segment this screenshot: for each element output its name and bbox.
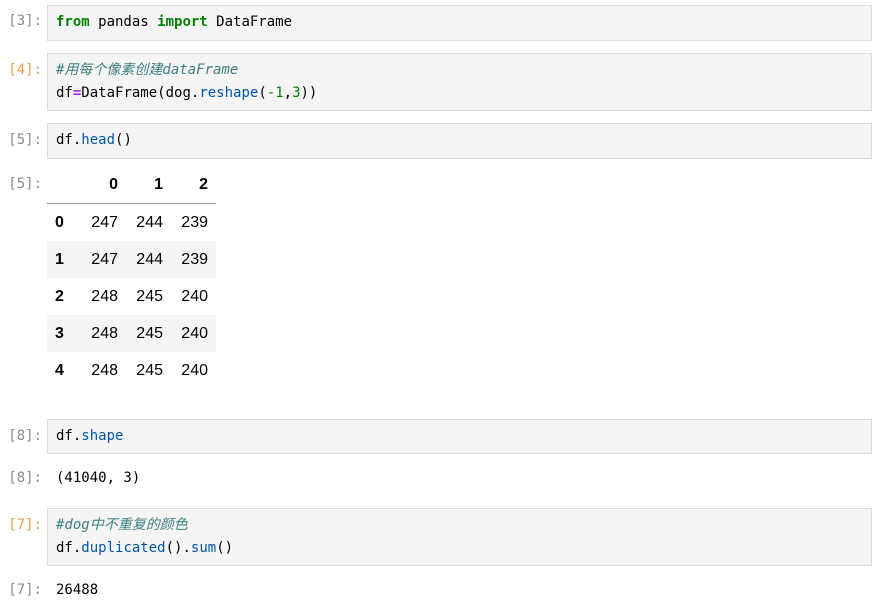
code-token: DataFrame: [207, 14, 293, 30]
code-input[interactable]: #dog中不重复的颜色 df.duplicated().sum(): [47, 508, 872, 566]
table-cell: 248: [91, 287, 118, 305]
code-token: DataFrame(dog.: [81, 85, 200, 101]
table-cell: 247: [91, 250, 118, 268]
input-prompt: [7]:: [8, 517, 42, 533]
table-cell: 245: [136, 324, 163, 342]
code-token: ,: [283, 85, 293, 101]
table-cell: 244: [136, 213, 163, 231]
table-cell: 245: [136, 287, 163, 305]
row-index: 4: [55, 361, 64, 379]
output-prompt: [7]:: [8, 582, 42, 598]
output-text: 26488: [56, 582, 99, 598]
table-cell: 240: [181, 324, 208, 342]
code-line[interactable]: #用每个像素创建dataFrame: [56, 59, 863, 82]
output-text: (41040, 3): [56, 470, 141, 486]
code-token: pandas: [89, 14, 158, 30]
dataframe-table: 0 1 2 0 247 244 239 1 247 244 239 2 248 …: [47, 167, 216, 389]
code-input[interactable]: #用每个像素创建dataFrame df=DataFrame(dog.reshap…: [47, 53, 872, 111]
table-header-row: 0 1 2: [47, 167, 216, 204]
input-prompt: [8]:: [8, 428, 42, 444]
code-keyword: import: [157, 14, 208, 30]
code-keyword: from: [56, 14, 90, 30]
code-line[interactable]: df.shape: [56, 425, 863, 448]
table-row: 4 248 245 240: [47, 352, 216, 389]
code-token: )): [300, 85, 318, 101]
row-index: 3: [55, 324, 64, 342]
table-row: 1 247 244 239: [47, 241, 216, 278]
table-cell: 244: [136, 250, 163, 268]
table-cell: 239: [181, 213, 208, 231]
code-input[interactable]: from pandas import DataFrame: [47, 5, 872, 41]
table-cell: 245: [136, 361, 163, 379]
row-index: 2: [55, 287, 64, 305]
code-comment: #用每个像素创建dataFrame: [56, 62, 239, 78]
code-function: duplicated: [81, 540, 166, 556]
table-cell: 240: [181, 287, 208, 305]
code-line[interactable]: df=DataFrame(dog.reshape(-1,3)): [56, 82, 863, 105]
code-function: reshape: [199, 85, 259, 101]
table-cell: 240: [181, 361, 208, 379]
row-index: 0: [55, 213, 64, 231]
code-line[interactable]: from pandas import DataFrame: [56, 11, 863, 34]
code-token: df.: [56, 428, 82, 444]
code-input[interactable]: df.shape: [47, 419, 872, 454]
column-header: 2: [171, 167, 216, 204]
code-token: df.: [56, 132, 82, 148]
code-token: df.: [56, 540, 82, 556]
input-prompt: [5]:: [8, 132, 42, 148]
code-line[interactable]: df.head(): [56, 129, 863, 152]
table-cell: 248: [91, 361, 118, 379]
code-input[interactable]: df.head(): [47, 123, 872, 159]
code-token: ().: [165, 540, 191, 556]
code-line[interactable]: df.duplicated().sum(): [56, 537, 863, 560]
code-function: head: [81, 132, 116, 148]
table-cell: 248: [91, 324, 118, 342]
index-header: [47, 167, 81, 204]
code-function: sum: [190, 540, 217, 556]
table-cell: 247: [91, 213, 118, 231]
table-cell: 239: [181, 250, 208, 268]
code-line[interactable]: #dog中不重复的颜色: [56, 514, 863, 537]
input-prompt: [4]:: [8, 62, 42, 78]
code-token: (: [258, 85, 267, 101]
column-header: 0: [81, 167, 126, 204]
code-token: (): [115, 132, 132, 148]
column-header: 1: [126, 167, 171, 204]
output-prompt: [8]:: [8, 470, 42, 486]
code-number: 3: [292, 85, 301, 101]
output-prompt: [5]:: [8, 176, 42, 192]
table-row: 2 248 245 240: [47, 278, 216, 315]
table-row: 0 247 244 239: [47, 204, 216, 242]
row-index: 1: [55, 250, 64, 268]
code-comment: #dog中不重复的颜色: [56, 517, 188, 533]
input-prompt: [3]:: [8, 13, 42, 29]
table-row: 3 248 245 240: [47, 315, 216, 352]
code-token: df: [56, 85, 73, 101]
code-token: (): [216, 540, 234, 556]
code-function: shape: [81, 428, 124, 444]
code-number: -1: [266, 85, 284, 101]
